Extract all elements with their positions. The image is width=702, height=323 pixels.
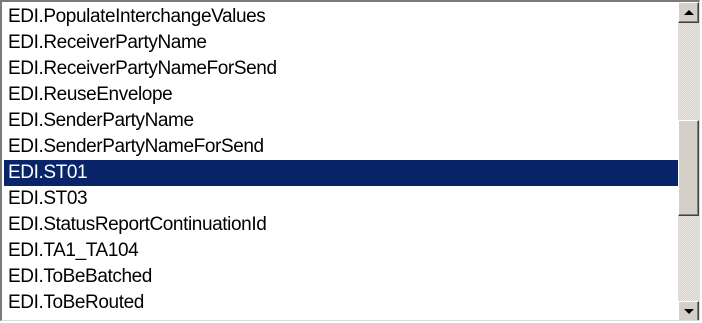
list-item[interactable]: EDI.ReceiverPartyNameForSend bbox=[4, 56, 678, 82]
arrow-up-icon bbox=[684, 10, 694, 15]
list-item[interactable]: EDI.PopulateInterchangeValues bbox=[4, 4, 678, 30]
list-item[interactable]: EDI.ToBeRouted bbox=[4, 290, 678, 316]
list-item[interactable]: EDI.ST03 bbox=[4, 186, 678, 212]
list-item[interactable]: EDI.TA1_TA104 bbox=[4, 238, 678, 264]
list-item[interactable]: EDI.ReuseEnvelope bbox=[4, 82, 678, 108]
list-item-selected[interactable]: EDI.ST01 bbox=[4, 160, 678, 186]
scrollbar-thumb[interactable] bbox=[678, 120, 699, 216]
scroll-down-button[interactable] bbox=[678, 301, 699, 320]
list-item[interactable]: EDI.StatusReportContinuationId bbox=[4, 212, 678, 238]
list-item[interactable]: EDI.ToBeBatched bbox=[4, 264, 678, 290]
scroll-up-button[interactable] bbox=[678, 2, 699, 23]
property-listbox[interactable]: EDI.PopulateInterchangeValues EDI.Receiv… bbox=[0, 0, 700, 321]
list-item[interactable]: EDI.ReceiverPartyName bbox=[4, 30, 678, 56]
list-item[interactable]: EDI.SenderPartyName bbox=[4, 108, 678, 134]
property-list[interactable]: EDI.PopulateInterchangeValues EDI.Receiv… bbox=[4, 4, 678, 320]
list-item[interactable]: EDI.SenderPartyNameForSend bbox=[4, 134, 678, 160]
vertical-scrollbar[interactable] bbox=[678, 2, 699, 320]
arrow-down-icon bbox=[684, 309, 694, 314]
